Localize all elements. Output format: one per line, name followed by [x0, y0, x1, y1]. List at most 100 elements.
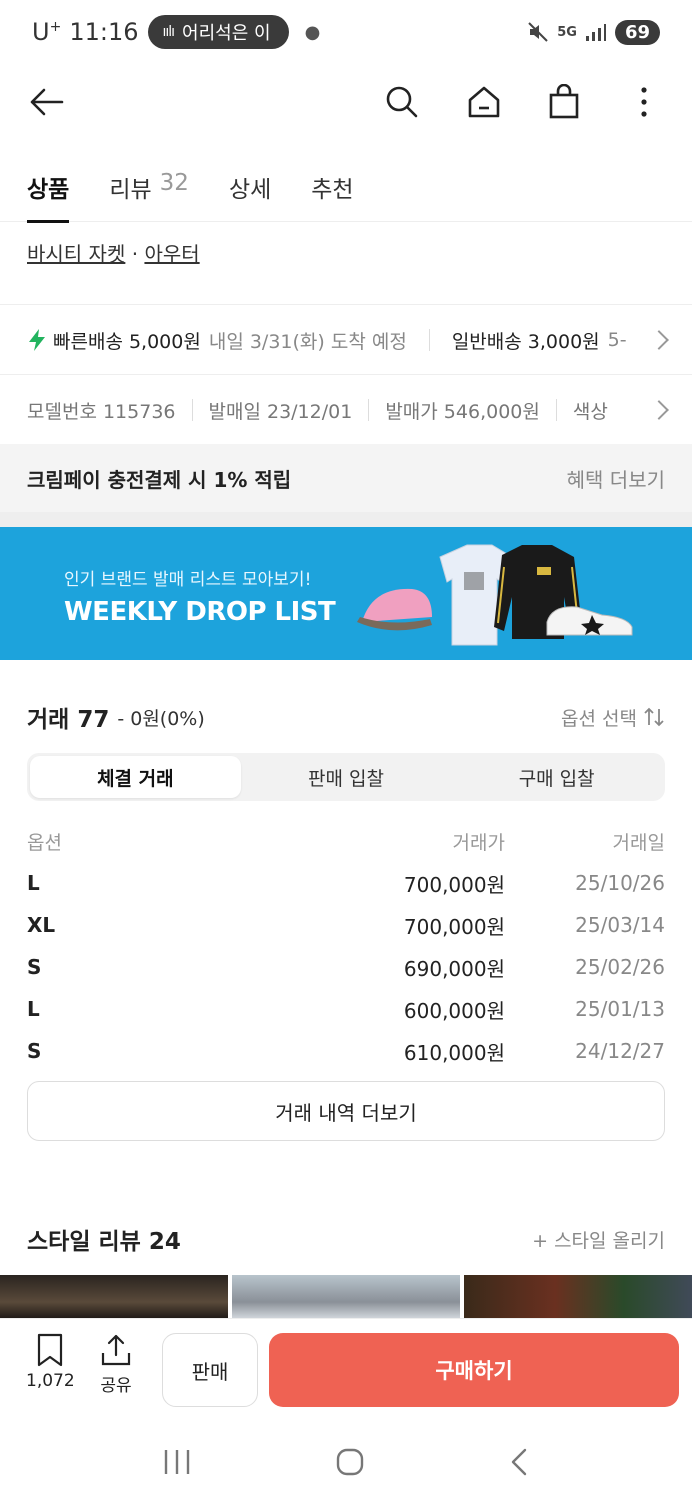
- category-link-secondary[interactable]: 아우터: [144, 242, 199, 266]
- color-info: 색상: [572, 400, 608, 423]
- segment-buy-bids[interactable]: 구매 입찰: [451, 756, 662, 798]
- trade-change: - 0원(0%): [117, 707, 205, 730]
- row-price: 700,000원: [403, 914, 505, 939]
- section-spacer: [0, 512, 692, 527]
- fast-delivery-label: 빠른배송 5,000원: [53, 330, 201, 353]
- media-pill-text: 어리석은 이: [182, 23, 271, 44]
- network-label: 5G: [557, 24, 577, 40]
- tab-detail[interactable]: 상세: [229, 158, 271, 222]
- sort-arrows-icon: [644, 707, 664, 727]
- home-button[interactable]: [462, 80, 506, 124]
- carrier-label: U+: [32, 18, 62, 46]
- breadcrumb: 바시티 자켓 · 아우터: [27, 238, 200, 267]
- upload-style-link[interactable]: + 스타일 올리기: [532, 1226, 665, 1253]
- status-right: 5G 69: [527, 19, 660, 45]
- row-option: L: [27, 997, 40, 1021]
- info-separator: [368, 399, 370, 421]
- divider: [0, 304, 692, 305]
- style-review-title: 스타일 리뷰 24: [27, 1229, 181, 1255]
- normal-delivery-eta: 5-: [607, 329, 627, 351]
- column-header-option: 옵션: [27, 831, 62, 854]
- more-vertical-icon: [641, 87, 647, 117]
- notification-dot-icon: ●: [304, 21, 321, 43]
- back-arrow-icon: [30, 88, 64, 116]
- row-option: L: [27, 871, 40, 895]
- row-price: 690,000원: [403, 956, 505, 981]
- row-price: 610,000원: [403, 1040, 505, 1065]
- status-bar: U+ 11:16 ıılı 어리석은 이 ● 5G 69: [0, 0, 692, 64]
- status-time: 11:16: [69, 18, 139, 46]
- benefit-bar[interactable]: 크림페이 충전결제 시 1% 적립 혜택 더보기: [0, 444, 692, 512]
- trade-history-more-button[interactable]: 거래 내역 더보기: [27, 1081, 665, 1141]
- recent-apps-icon[interactable]: [162, 1448, 192, 1476]
- delivery-options[interactable]: 빠른배송 5,000원 내일 3/31(화) 도착 예정 일반배송 3,000원…: [27, 322, 677, 358]
- weekly-drop-banner[interactable]: 인기 브랜드 발매 리스트 모아보기! WEEKLY DROP LIST: [0, 527, 692, 660]
- search-button[interactable]: [380, 80, 424, 124]
- bookmark-count: 1,072: [26, 1371, 75, 1391]
- fast-delivery-eta: 내일 3/31(화) 도착 예정: [208, 330, 407, 353]
- sell-button[interactable]: 판매: [162, 1333, 258, 1407]
- review-count: 32: [159, 170, 189, 196]
- row-date: 25/10/26: [575, 871, 665, 895]
- table-row: S 690,000원 25/02/26: [27, 946, 665, 988]
- model-number: 모델번호 115736: [27, 400, 176, 423]
- back-button[interactable]: [24, 80, 68, 124]
- table-row: XL 700,000원 25/03/14: [27, 904, 665, 946]
- share-button[interactable]: 공유: [100, 1333, 132, 1396]
- benefit-more-link[interactable]: 혜택 더보기: [567, 464, 665, 493]
- tab-product[interactable]: 상품: [27, 158, 70, 223]
- cart-button[interactable]: [542, 80, 586, 124]
- benefit-title: 크림페이 충전결제 시 1% 적립: [27, 467, 292, 492]
- style-thumbnail[interactable]: [464, 1275, 692, 1320]
- release-price: 발매가 546,000원: [385, 400, 540, 423]
- lightning-icon: [29, 329, 45, 351]
- tab-review[interactable]: 리뷰 32: [109, 158, 189, 222]
- home-nav-icon[interactable]: [335, 1447, 365, 1477]
- home-icon: [468, 86, 500, 118]
- row-date: 25/02/26: [575, 955, 665, 979]
- bottom-action-bar: 1,072 공유 판매 구매하기: [0, 1318, 692, 1424]
- top-nav: [0, 72, 692, 132]
- row-date: 24/12/27: [575, 1039, 665, 1063]
- bookmark-button[interactable]: 1,072: [26, 1333, 75, 1391]
- table-header: 옵션 거래가 거래일: [27, 820, 665, 862]
- option-select-label: 옵션 선택: [561, 707, 637, 730]
- row-price: 700,000원: [403, 872, 505, 897]
- info-separator: [191, 399, 193, 421]
- system-navigation-bar: [0, 1424, 692, 1500]
- row-option: S: [27, 1039, 42, 1063]
- table-row: L 600,000원 25/01/13: [27, 988, 665, 1030]
- segment-sell-bids[interactable]: 판매 입찰: [241, 756, 452, 798]
- back-nav-icon[interactable]: [508, 1447, 530, 1477]
- divider: [0, 374, 692, 375]
- row-option: S: [27, 955, 42, 979]
- mute-icon: [528, 22, 548, 42]
- product-tabs: 상품 리뷰 32 상세 추천: [0, 158, 692, 223]
- normal-delivery-label: 일반배송 3,000원: [451, 330, 600, 353]
- info-separator: [555, 399, 557, 421]
- column-header-date: 거래일: [612, 831, 665, 854]
- style-thumbnail[interactable]: [232, 1275, 460, 1320]
- battery-indicator: 69: [614, 19, 660, 45]
- buy-button[interactable]: 구매하기: [269, 1333, 679, 1407]
- column-header-price: 거래가: [452, 831, 505, 854]
- release-date: 발매일 23/12/01: [208, 400, 353, 423]
- option-select-button[interactable]: 옵션 선택: [561, 704, 665, 731]
- audio-wave-icon: ıılı: [162, 24, 175, 40]
- tab-recommend[interactable]: 추천: [311, 158, 353, 222]
- share-label: 공유: [100, 1376, 132, 1396]
- media-pill[interactable]: ıılı 어리석은 이: [148, 15, 289, 49]
- category-link-primary[interactable]: 바시티 자켓: [27, 242, 125, 266]
- row-date: 25/01/13: [575, 997, 665, 1021]
- delivery-separator: [428, 329, 430, 351]
- search-icon: [386, 86, 418, 118]
- segment-completed-trades[interactable]: 체결 거래: [30, 756, 241, 798]
- trade-segmented-control: 체결 거래 판매 입찰 구매 입찰: [27, 753, 665, 801]
- product-info-row[interactable]: 모델번호 115736 발매일 23/12/01 발매가 546,000원 색상: [27, 392, 677, 428]
- style-thumbnail[interactable]: [0, 1275, 228, 1320]
- more-menu-button[interactable]: [622, 80, 666, 124]
- table-row: L 700,000원 25/10/26: [27, 862, 665, 904]
- signal-icon: [585, 24, 606, 41]
- style-review-header: 스타일 리뷰 24 + 스타일 올리기: [27, 1222, 665, 1256]
- banner-subtitle: 인기 브랜드 발매 리스트 모아보기!: [64, 570, 312, 590]
